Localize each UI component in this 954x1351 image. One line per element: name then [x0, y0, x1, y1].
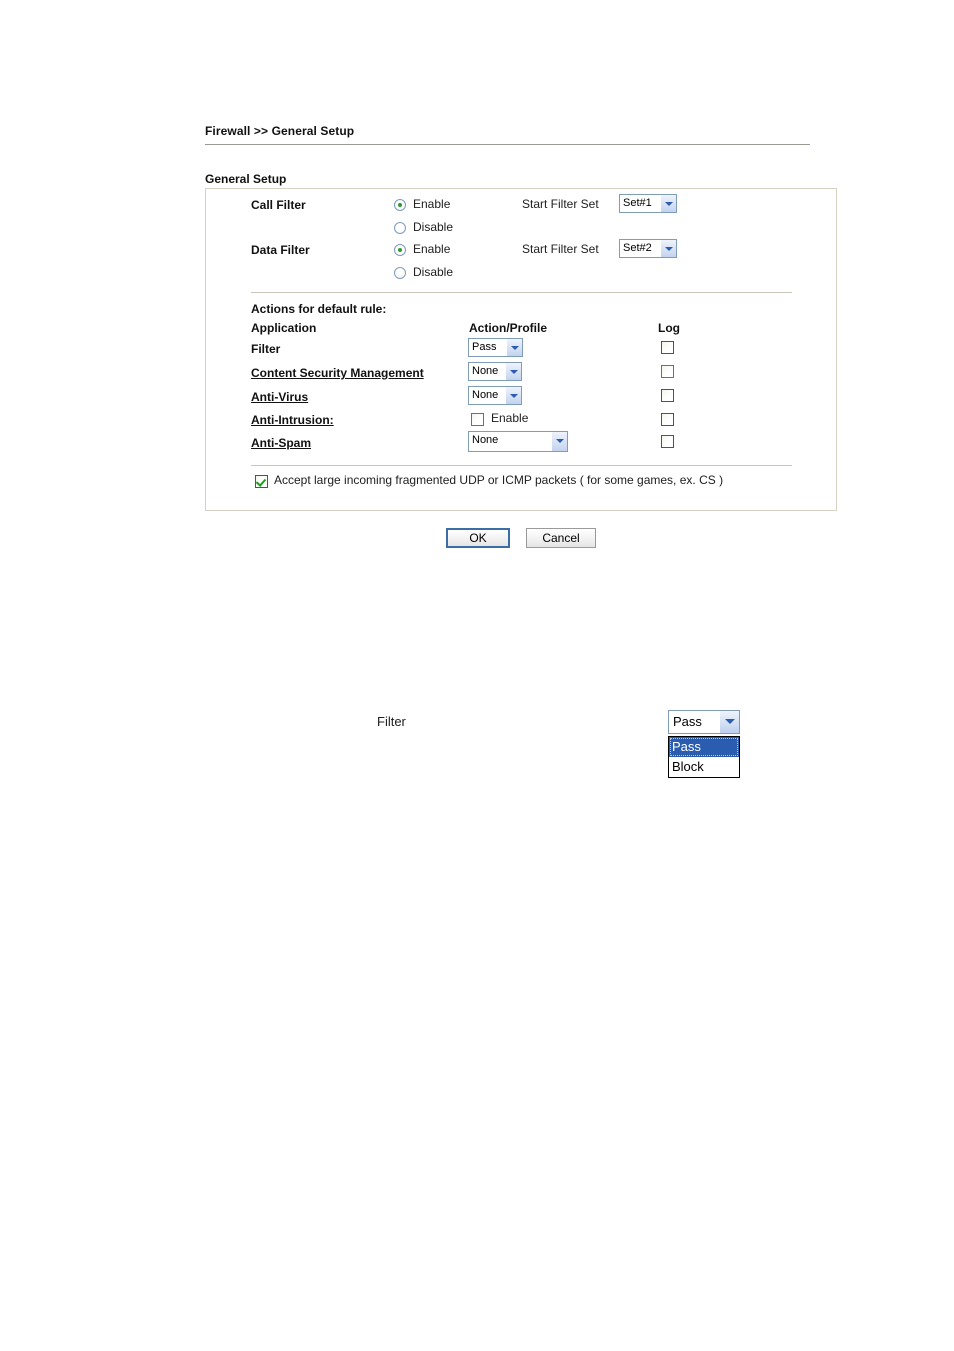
- row-label-filter: Filter: [251, 342, 281, 356]
- chevron-down-icon: [505, 363, 521, 380]
- column-header-application: Application: [251, 321, 317, 335]
- content-security-management-value: None: [472, 365, 499, 377]
- chevron-down-icon: [506, 339, 522, 356]
- anti-virus-select[interactable]: None: [468, 386, 522, 405]
- section-divider-bottom: [251, 465, 792, 466]
- anti-intrusion-enable-label: Enable: [491, 411, 529, 425]
- example-filter-selected-value: Pass: [673, 714, 702, 729]
- section-divider-top: [251, 292, 792, 293]
- anti-intrusion-log-checkbox[interactable]: [661, 413, 674, 426]
- call-filter-label: Call Filter: [251, 198, 306, 212]
- data-filter-enable-label: Enable: [413, 242, 451, 256]
- call-filter-start-set-select[interactable]: Set#1: [619, 194, 677, 213]
- row-link-content-security-management[interactable]: Content Security Management: [251, 366, 424, 380]
- data-filter-label: Data Filter: [251, 243, 310, 257]
- page-title: General Setup: [205, 172, 287, 186]
- cancel-button[interactable]: Cancel: [526, 528, 596, 548]
- filter-action-select[interactable]: Pass: [468, 338, 523, 357]
- chevron-down-icon: [505, 387, 521, 404]
- example-filter-dropdown-list: Pass Block: [668, 736, 740, 778]
- call-filter-disable-label: Disable: [413, 220, 454, 234]
- content-security-management-select[interactable]: None: [468, 362, 522, 381]
- column-header-action-profile: Action/Profile: [469, 321, 548, 335]
- data-filter-start-set-value: Set#2: [623, 242, 652, 254]
- anti-spam-log-checkbox[interactable]: [661, 435, 674, 448]
- chevron-down-icon: [719, 711, 739, 733]
- radio-icon-empty: [394, 222, 406, 234]
- anti-spam-select[interactable]: None: [468, 431, 568, 452]
- radio-icon-empty: [394, 267, 406, 279]
- actions-heading: Actions for default rule:: [251, 302, 387, 316]
- chevron-down-icon: [551, 432, 567, 451]
- dropdown-option-pass[interactable]: Pass: [669, 737, 739, 757]
- filter-action-value: Pass: [472, 341, 497, 353]
- column-header-log: Log: [658, 321, 680, 335]
- anti-virus-value: None: [472, 389, 499, 401]
- row-link-anti-spam[interactable]: Anti-Spam: [251, 436, 311, 450]
- chevron-down-icon: [660, 195, 676, 212]
- general-setup-panel: Call Filter Enable Disable Start Filter …: [205, 188, 837, 511]
- call-filter-enable-label: Enable: [413, 197, 451, 211]
- ok-button[interactable]: OK: [446, 528, 510, 548]
- row-link-anti-intrusion[interactable]: Anti-Intrusion:: [251, 413, 334, 427]
- anti-virus-log-checkbox[interactable]: [661, 389, 674, 402]
- breadcrumb: Firewall >> General Setup: [205, 124, 355, 138]
- data-filter-disable-label: Disable: [413, 265, 454, 279]
- breadcrumb-divider: [205, 144, 810, 145]
- dropdown-option-block[interactable]: Block: [669, 757, 739, 777]
- radio-icon-selected: [394, 244, 406, 256]
- example-filter-label: Filter: [377, 714, 406, 729]
- accept-fragments-checkbox[interactable]: [255, 475, 268, 488]
- filter-log-checkbox[interactable]: [661, 341, 674, 354]
- data-filter-start-set-label: Start Filter Set: [522, 242, 599, 256]
- accept-fragments-label: Accept large incoming fragmented UDP or …: [274, 473, 724, 487]
- call-filter-start-set-value: Set#1: [623, 197, 652, 209]
- example-filter-select[interactable]: Pass: [668, 710, 740, 734]
- row-link-anti-virus[interactable]: Anti-Virus: [251, 390, 308, 404]
- anti-spam-value: None: [472, 434, 499, 446]
- data-filter-start-set-select[interactable]: Set#2: [619, 239, 677, 258]
- chevron-down-icon: [660, 240, 676, 257]
- radio-icon-selected: [394, 199, 406, 211]
- anti-intrusion-enable-checkbox[interactable]: [471, 413, 484, 426]
- content-security-management-log-checkbox[interactable]: [661, 365, 674, 378]
- call-filter-start-set-label: Start Filter Set: [522, 197, 599, 211]
